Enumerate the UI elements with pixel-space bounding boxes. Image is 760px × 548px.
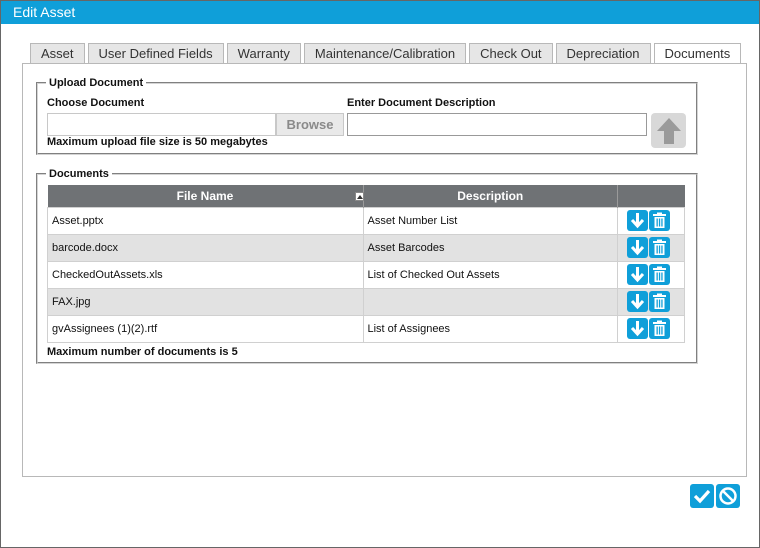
documents-group: Documents File Name Description Asset.pp… (36, 167, 698, 364)
column-header-actions (617, 185, 685, 207)
actions-cell (617, 260, 685, 289)
description-cell: List of Assignees (362, 314, 619, 343)
tab-check-out[interactable]: Check Out (469, 43, 553, 64)
tab-asset[interactable]: Asset (30, 43, 85, 64)
column-header-description[interactable]: Description (363, 185, 619, 207)
download-icon[interactable] (627, 210, 649, 231)
trash-icon[interactable] (649, 291, 671, 312)
description-cell: List of Checked Out Assets (362, 260, 619, 289)
save-button[interactable] (690, 484, 714, 508)
file-name-header-label: File Name (176, 188, 234, 203)
description-input[interactable] (347, 113, 647, 136)
tab-maintenance-calibration[interactable]: Maintenance/Calibration (303, 43, 467, 64)
download-icon[interactable] (627, 264, 649, 285)
tab-bar: Asset User Defined Fields Warranty Maint… (30, 43, 744, 65)
file-name-cell: gvAssignees (1)(2).rtf (47, 314, 364, 343)
file-name-cell: Asset.pptx (47, 206, 364, 235)
choose-document-label: Choose Document (47, 97, 145, 109)
download-icon[interactable] (627, 237, 649, 258)
documents-legend: Documents (46, 167, 112, 181)
file-name-cell: CheckedOutAssets.xls (47, 260, 364, 289)
description-cell: Asset Number List (362, 206, 619, 235)
cancel-circle-icon (716, 484, 740, 508)
description-cell (362, 287, 619, 316)
tab-depreciation[interactable]: Depreciation (555, 43, 651, 64)
table-row[interactable]: CheckedOutAssets.xls List of Checked Out … (47, 260, 685, 289)
table-row[interactable]: Asset.pptx Asset Number List (47, 206, 685, 235)
documents-panel: Upload Document Choose Document Browse E… (22, 63, 747, 477)
description-label: Enter Document Description (347, 97, 496, 109)
documents-table: File Name Description Asset.pptx Asset Nu… (47, 185, 685, 343)
trash-icon[interactable] (649, 318, 671, 339)
description-cell: Asset Barcodes (362, 233, 619, 262)
table-row[interactable]: barcode.docx Asset Barcodes (47, 233, 685, 262)
column-header-file-name[interactable]: File Name (47, 185, 364, 207)
file-name-cell: FAX.jpg (47, 287, 364, 316)
download-icon[interactable] (627, 318, 649, 339)
file-name-cell: barcode.docx (47, 233, 364, 262)
trash-icon[interactable] (649, 210, 671, 231)
max-docs-note: Maximum number of documents is 5 (47, 346, 238, 358)
trash-icon[interactable] (649, 237, 671, 258)
edit-asset-window: Edit Asset Asset User Defined Fields War… (0, 0, 760, 548)
arrow-up-icon (656, 117, 681, 144)
browse-button[interactable]: Browse (276, 113, 344, 136)
tab-user-defined-fields[interactable]: User Defined Fields (87, 43, 224, 64)
trash-icon[interactable] (649, 264, 671, 285)
tab-warranty[interactable]: Warranty (226, 43, 301, 64)
cancel-button[interactable] (716, 484, 740, 508)
sort-ascending-icon[interactable] (354, 192, 364, 201)
download-icon[interactable] (627, 291, 649, 312)
upload-legend: Upload Document (46, 76, 147, 90)
actions-cell (617, 206, 685, 235)
table-row[interactable]: gvAssignees (1)(2).rtf List of Assignees (47, 314, 685, 343)
max-size-note: Maximum upload file size is 50 megabytes (47, 136, 268, 148)
actions-cell (617, 314, 685, 343)
file-path-input[interactable] (47, 113, 276, 136)
tab-documents[interactable]: Documents (653, 43, 742, 65)
upload-document-group: Upload Document Choose Document Browse E… (36, 76, 698, 155)
table-row[interactable]: FAX.jpg (47, 287, 685, 316)
window-title: Edit Asset (1, 1, 759, 24)
actions-cell (617, 287, 685, 316)
upload-button[interactable] (651, 113, 686, 148)
actions-cell (617, 233, 685, 262)
checkmark-icon (690, 484, 714, 508)
